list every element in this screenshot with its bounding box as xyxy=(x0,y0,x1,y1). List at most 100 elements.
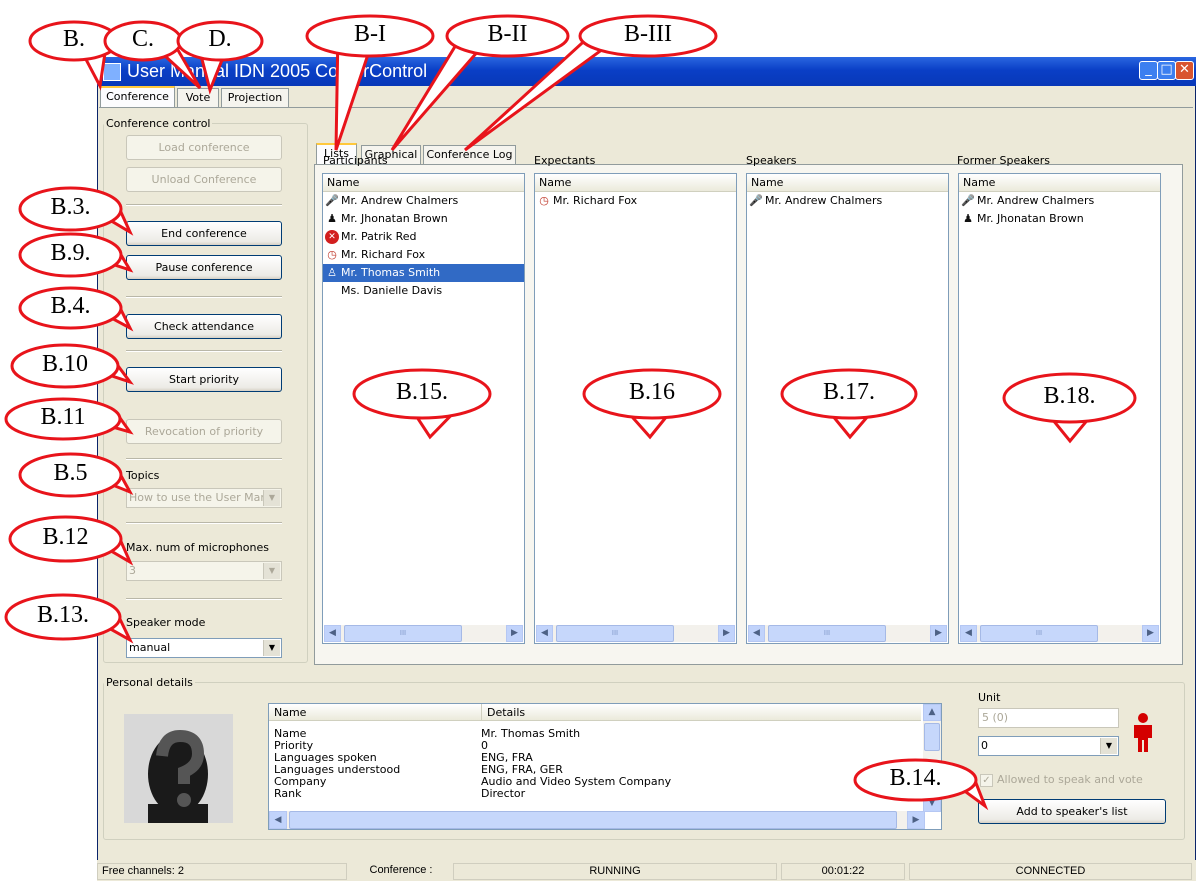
callout-b12: B.12 xyxy=(8,515,134,566)
allowed-to-speak-label: Allowed to speak and vote xyxy=(997,773,1143,786)
topics-value: How to use the User Mar xyxy=(129,491,265,504)
horizontal-scrollbar[interactable]: ◀ III ▶ xyxy=(960,625,1159,642)
speakers-title: Speakers xyxy=(746,154,797,167)
column-header-name[interactable]: Name xyxy=(323,174,524,192)
scroll-right-icon[interactable]: ▶ xyxy=(930,625,947,642)
details-column-name[interactable]: Name xyxy=(269,704,481,721)
conference-status-label: Conference : xyxy=(369,864,433,876)
load-conference-button[interactable]: Load conference xyxy=(126,135,282,160)
tab-vote[interactable]: Vote xyxy=(177,88,219,107)
callout-bii: B-II xyxy=(390,14,570,151)
add-to-speakers-list-button[interactable]: Add to speaker's list xyxy=(978,799,1166,824)
max-microphones-select[interactable]: 3 ▼ xyxy=(126,561,282,581)
list-item[interactable]: ✕ Mr. Patrik Red xyxy=(323,228,524,246)
callout-label: B.16 xyxy=(628,379,675,405)
callout-b17: B.17. xyxy=(780,368,918,440)
scroll-thumb[interactable]: III xyxy=(768,625,886,642)
callout-b18: B.18. xyxy=(1002,372,1137,444)
callout-b13: B.13. xyxy=(4,593,134,644)
status-bar: Free channels: 2 Conference : RUNNING 00… xyxy=(97,860,1196,881)
minimize-button[interactable]: _ xyxy=(1139,61,1158,80)
list-item[interactable]: Ms. Danielle Davis xyxy=(323,282,524,300)
personal-details-legend: Personal details xyxy=(106,676,193,689)
chevron-down-icon: ▼ xyxy=(263,490,280,506)
divider xyxy=(126,204,282,206)
expectants-rows: ◷ Mr. Richard Fox xyxy=(535,192,736,210)
callout-b10: B.10 xyxy=(10,343,135,389)
scroll-thumb[interactable]: III xyxy=(344,625,462,642)
unload-conference-button[interactable]: Unload Conference xyxy=(126,167,282,192)
speaker-mode-value: manual xyxy=(129,641,171,654)
list-item[interactable]: 🎤 Mr. Andrew Chalmers xyxy=(747,192,948,210)
list-item-label: Mr. Richard Fox xyxy=(553,194,638,207)
revocation-of-priority-button[interactable]: Revocation of priority xyxy=(126,419,282,444)
check-attendance-button[interactable]: Check attendance xyxy=(126,314,282,339)
divider xyxy=(126,522,282,524)
speaker-mode-select[interactable]: manual ▼ xyxy=(126,638,282,658)
start-priority-button[interactable]: Start priority xyxy=(126,367,282,392)
column-header-name[interactable]: Name xyxy=(959,174,1160,192)
topics-select[interactable]: How to use the User Mar ▼ xyxy=(126,488,282,508)
scroll-thumb[interactable]: III xyxy=(980,625,1098,642)
details-column-details[interactable]: Details xyxy=(481,704,921,721)
elapsed-time: 00:01:22 xyxy=(781,863,905,880)
scroll-right-icon[interactable]: ▶ xyxy=(506,625,523,642)
tab-conference[interactable]: Conference xyxy=(100,86,175,107)
divider xyxy=(126,598,282,600)
close-button[interactable]: ✕ xyxy=(1175,61,1194,80)
list-item[interactable]: 🎤 Mr. Andrew Chalmers xyxy=(959,192,1160,210)
microphone-speaking-icon: 🎤 xyxy=(749,194,763,207)
list-item[interactable]: ♟ Mr. Jhonatan Brown xyxy=(323,210,524,228)
pause-conference-button[interactable]: Pause conference xyxy=(126,255,282,280)
speaker-mode-label: Speaker mode xyxy=(126,616,206,629)
unit-label: Unit xyxy=(978,691,1001,704)
horizontal-scrollbar[interactable]: ◀ III ▶ xyxy=(536,625,735,642)
callout-label: B.11 xyxy=(40,404,86,430)
horizontal-scrollbar[interactable]: ◀ III ▶ xyxy=(324,625,523,642)
unit-select[interactable]: 0 ▼ xyxy=(978,736,1119,756)
unit-field[interactable]: 5 (0) xyxy=(978,708,1119,728)
speakers-rows: 🎤 Mr. Andrew Chalmers xyxy=(747,192,948,210)
scroll-up-icon[interactable]: ▲ xyxy=(923,704,941,721)
list-item-label: Mr. Andrew Chalmers xyxy=(765,194,883,207)
scroll-thumb[interactable]: III xyxy=(556,625,674,642)
column-header-name[interactable]: Name xyxy=(747,174,948,192)
callout-label: B.15. xyxy=(395,379,448,405)
scroll-right-icon[interactable]: ▶ xyxy=(907,811,925,829)
scroll-right-icon[interactable]: ▶ xyxy=(718,625,735,642)
free-channels-status: Free channels: 2 xyxy=(97,863,347,880)
callout-label: B.5 xyxy=(53,460,88,486)
callout-b15: B.15. xyxy=(352,368,492,440)
callout-b3: B.3. xyxy=(18,186,134,236)
allowed-to-speak-checkbox[interactable]: ✓ xyxy=(980,774,993,787)
horizontal-scrollbar[interactable]: ◀ III ▶ xyxy=(748,625,947,642)
list-item[interactable]: 🎤 Mr. Andrew Chalmers xyxy=(323,192,524,210)
callout-d: D. xyxy=(176,20,264,95)
topics-label: Topics xyxy=(126,469,160,482)
scroll-left-icon[interactable]: ◀ xyxy=(748,625,765,642)
scroll-right-icon[interactable]: ▶ xyxy=(1142,625,1159,642)
list-item-label: Mr. Andrew Chalmers xyxy=(341,194,459,207)
callout-b11: B.11 xyxy=(4,397,134,441)
list-item-label: Mr. Jhonatan Brown xyxy=(341,212,448,225)
chevron-down-icon: ▼ xyxy=(1100,738,1117,754)
scroll-thumb[interactable] xyxy=(924,723,940,751)
scroll-thumb[interactable] xyxy=(289,811,897,829)
callout-label: B.12 xyxy=(42,524,89,550)
callout-b9: B.9. xyxy=(18,232,134,278)
column-header-name[interactable]: Name xyxy=(535,174,736,192)
personal-details-table[interactable]: Name Details Name Mr. Thomas Smith Priorit… xyxy=(268,703,942,830)
list-item[interactable]: ♙ Mr. Thomas Smith xyxy=(323,264,524,282)
end-conference-button[interactable]: End conference xyxy=(126,221,282,246)
tab-projection[interactable]: Projection xyxy=(221,88,289,107)
scroll-left-icon[interactable]: ◀ xyxy=(269,811,287,829)
list-item[interactable]: ♟ Mr. Jhonatan Brown xyxy=(959,210,1160,228)
horizontal-scrollbar[interactable]: ◀ ▶ xyxy=(269,811,925,829)
maximize-button[interactable]: □ xyxy=(1157,61,1176,80)
scroll-left-icon[interactable]: ◀ xyxy=(536,625,553,642)
list-item[interactable]: ◷ Mr. Richard Fox xyxy=(535,192,736,210)
list-item[interactable]: ◷ Mr. Richard Fox xyxy=(323,246,524,264)
scroll-left-icon[interactable]: ◀ xyxy=(324,625,341,642)
scroll-left-icon[interactable]: ◀ xyxy=(960,625,977,642)
former-speakers-rows: 🎤 Mr. Andrew Chalmers ♟ Mr. Jhonatan Brown xyxy=(959,192,1160,228)
